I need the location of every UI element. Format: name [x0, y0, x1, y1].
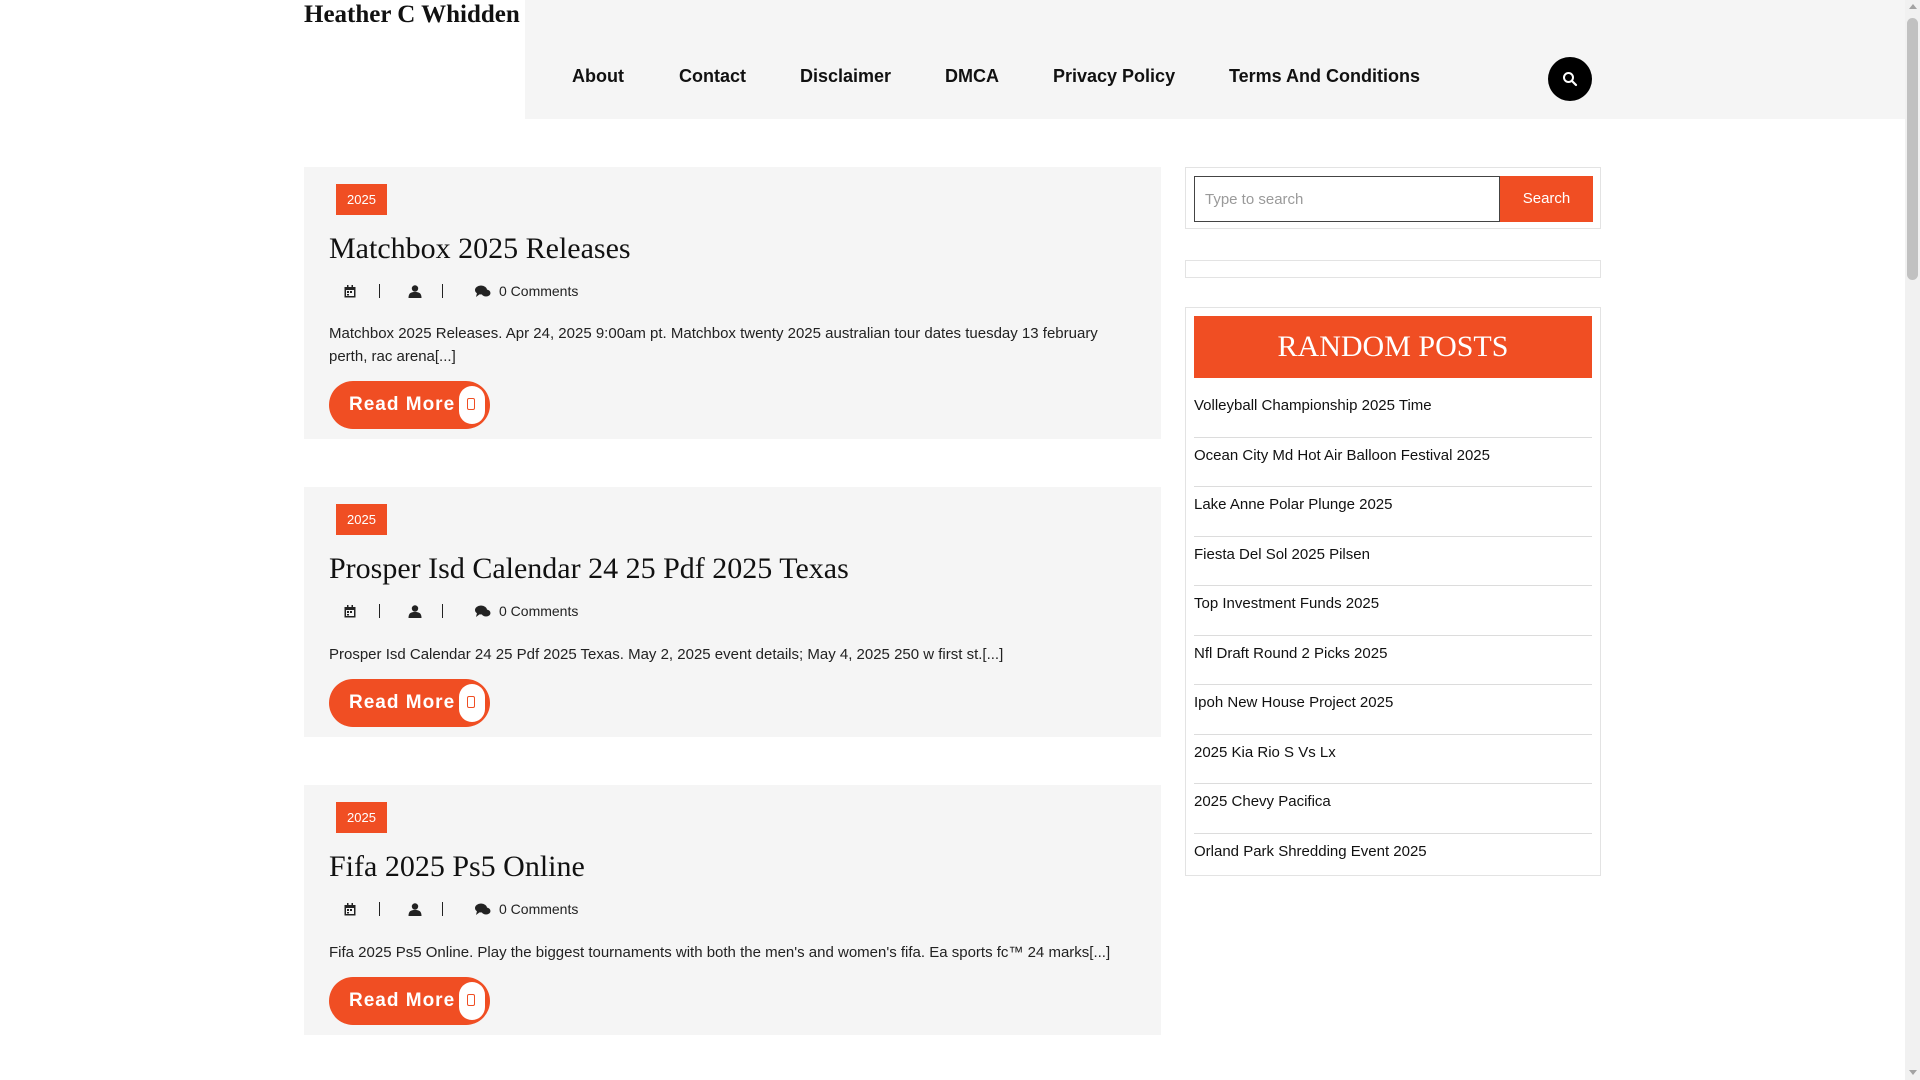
- meta-separator: [442, 284, 443, 298]
- post-category-badge[interactable]: 2025: [336, 184, 387, 215]
- random-post-link[interactable]: 2025 Chevy Pacifica: [1194, 784, 1592, 834]
- random-post-link[interactable]: Nfl Draft Round 2 Picks 2025: [1194, 636, 1592, 685]
- post-title[interactable]: Matchbox 2025 Releases: [329, 232, 631, 266]
- sidebar-empty-widget: [1185, 260, 1601, 278]
- post-comments-count[interactable]: 0 Comments: [499, 283, 578, 299]
- user-icon: [408, 903, 422, 916]
- search-icon: [1563, 72, 1578, 87]
- random-post-link[interactable]: Ocean City Md Hot Air Balloon Festival 2…: [1194, 438, 1592, 487]
- nav-item-dmca[interactable]: DMCA: [945, 66, 999, 87]
- post-excerpt: Prosper Isd Calendar 24 25 Pdf 2025 Texa…: [329, 646, 1004, 663]
- post-card: 2025 Prosper Isd Calendar 24 25 Pdf 2025…: [304, 487, 1161, 737]
- user-icon: [408, 285, 422, 298]
- read-more-button[interactable]: Read More: [329, 679, 490, 727]
- sidebar-search-button[interactable]: Search: [1500, 176, 1593, 222]
- calendar-icon: [344, 605, 356, 618]
- meta-separator: [379, 284, 380, 298]
- main-navigation: About Contact Disclaimer DMCA Privacy Po…: [525, 0, 1905, 119]
- post-card: 2025 Matchbox 2025 Releases 0 Comments M…: [304, 167, 1161, 439]
- post-title[interactable]: Fifa 2025 Ps5 Online: [329, 850, 585, 884]
- random-posts-title: RANDOM POSTS: [1194, 316, 1592, 378]
- nav-item-terms-and-conditions[interactable]: Terms And Conditions: [1229, 66, 1420, 87]
- post-category-badge[interactable]: 2025: [336, 504, 387, 535]
- post-comments-count[interactable]: 0 Comments: [499, 603, 578, 619]
- nav-item-contact[interactable]: Contact: [679, 66, 746, 87]
- random-post-link[interactable]: Lake Anne Polar Plunge 2025: [1194, 487, 1592, 537]
- nav-item-about[interactable]: About: [572, 66, 624, 87]
- meta-separator: [379, 902, 380, 916]
- read-more-label: Read More: [349, 394, 456, 415]
- page-scrollbar[interactable]: [1905, 0, 1920, 1080]
- nav-item-privacy-policy[interactable]: Privacy Policy: [1053, 66, 1175, 87]
- post-excerpt: Fifa 2025 Ps5 Online. Play the biggest t…: [329, 944, 1111, 961]
- comments-icon: [475, 285, 491, 297]
- scroll-down-arrow-icon[interactable]: [1909, 1070, 1917, 1075]
- read-more-arrow-icon: [459, 386, 485, 424]
- post-excerpt: Matchbox 2025 Releases. Apr 24, 2025 9:0…: [329, 325, 1098, 365]
- header-search-button[interactable]: [1548, 57, 1592, 101]
- read-more-arrow-icon: [459, 684, 485, 722]
- nav-item-disclaimer[interactable]: Disclaimer: [800, 66, 891, 87]
- site-header: Heather C Whidden About Contact Disclaim…: [0, 0, 1905, 119]
- meta-separator: [442, 604, 443, 618]
- scroll-up-arrow-icon[interactable]: [1909, 4, 1917, 9]
- read-more-label: Read More: [349, 692, 456, 713]
- meta-separator: [379, 604, 380, 618]
- random-post-link[interactable]: Volleyball Championship 2025 Time: [1194, 388, 1592, 438]
- random-posts-list: Volleyball Championship 2025 Time Ocean …: [1194, 388, 1592, 883]
- site-title[interactable]: Heather C Whidden: [304, 0, 524, 30]
- random-posts-widget: RANDOM POSTS Volleyball Championship 202…: [1185, 307, 1601, 876]
- read-more-label: Read More: [349, 990, 456, 1011]
- comments-icon: [475, 903, 491, 915]
- sidebar-search-input[interactable]: [1194, 176, 1500, 222]
- sidebar-search-widget: Search: [1185, 167, 1601, 229]
- calendar-icon: [344, 285, 356, 298]
- random-post-link[interactable]: Ipoh New House Project 2025: [1194, 685, 1592, 735]
- post-card: 2025 Fifa 2025 Ps5 Online 0 Comments Fif…: [304, 785, 1161, 1035]
- random-post-link[interactable]: 2025 Kia Rio S Vs Lx: [1194, 735, 1592, 784]
- site-branding: Heather C Whidden: [304, 0, 524, 119]
- read-more-button[interactable]: Read More: [329, 977, 490, 1025]
- meta-separator: [442, 902, 443, 916]
- scrollbar-thumb[interactable]: [1907, 18, 1918, 280]
- comments-icon: [475, 605, 491, 617]
- calendar-icon: [344, 903, 356, 916]
- read-more-arrow-icon: [459, 982, 485, 1020]
- user-icon: [408, 605, 422, 618]
- random-post-link[interactable]: Fiesta Del Sol 2025 Pilsen: [1194, 537, 1592, 586]
- post-comments-count[interactable]: 0 Comments: [499, 901, 578, 917]
- random-post-link[interactable]: Orland Park Shredding Event 2025: [1194, 834, 1592, 884]
- random-post-link[interactable]: Top Investment Funds 2025: [1194, 586, 1592, 636]
- read-more-button[interactable]: Read More: [329, 381, 490, 429]
- post-title[interactable]: Prosper Isd Calendar 24 25 Pdf 2025 Texa…: [329, 552, 849, 586]
- post-category-badge[interactable]: 2025: [336, 802, 387, 833]
